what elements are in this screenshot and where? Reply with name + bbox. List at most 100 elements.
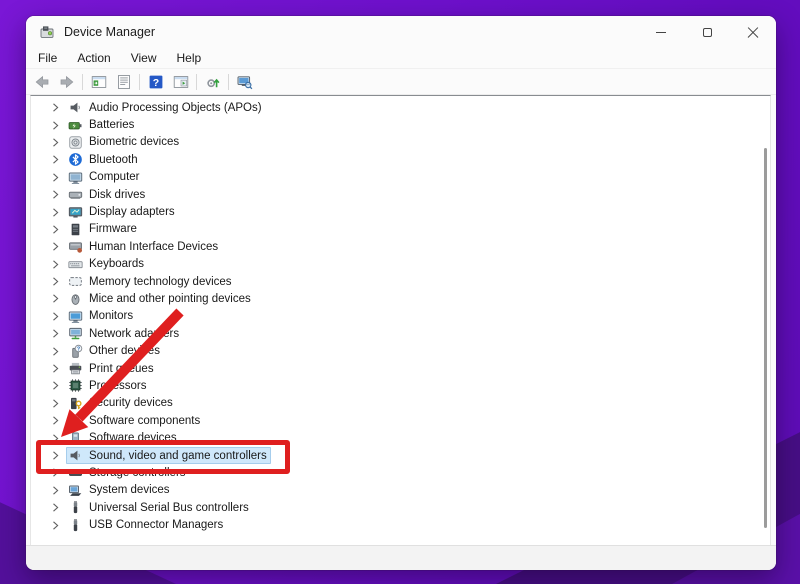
tree-item-content[interactable]: Monitors [66, 308, 137, 325]
tree-item[interactable]: Processors [31, 377, 770, 394]
tree-item[interactable]: Mice and other pointing devices [31, 290, 770, 307]
tree-item[interactable]: Network adapters [31, 325, 770, 342]
chevron-right-icon[interactable] [49, 450, 61, 462]
menu-help[interactable]: Help [167, 48, 212, 69]
tree-item-content[interactable]: Firmware [66, 221, 141, 238]
tree-item-content[interactable]: Software components [66, 412, 204, 429]
chevron-right-icon[interactable] [49, 328, 61, 340]
tree-item-content[interactable]: Audio Processing Objects (APOs) [66, 99, 266, 116]
chevron-right-icon[interactable] [49, 415, 61, 427]
scan-hardware-icon[interactable] [200, 71, 225, 93]
chevron-right-icon[interactable] [49, 136, 61, 148]
tree-item-content[interactable]: Mice and other pointing devices [66, 290, 255, 307]
help-icon[interactable]: ? [143, 71, 168, 93]
tree-item-content[interactable]: USB Connector Managers [66, 517, 227, 534]
tree-item-content[interactable]: System devices [66, 482, 174, 499]
back-icon[interactable] [29, 71, 54, 93]
properties-icon[interactable] [111, 71, 136, 93]
tree-item-label: Human Interface Devices [89, 241, 218, 253]
chevron-right-icon[interactable] [49, 206, 61, 218]
tree-item-content[interactable]: Keyboards [66, 256, 148, 273]
remote-computer-icon[interactable] [232, 71, 257, 93]
tree-item-content[interactable]: Software devices [66, 430, 181, 447]
tree-item[interactable]: USB Connector Managers [31, 516, 770, 533]
action-pane-icon[interactable] [168, 71, 193, 93]
tree-item[interactable]: Firmware [31, 221, 770, 238]
tree-item[interactable]: Storage controllers [31, 464, 770, 481]
tree-item-content[interactable]: Human Interface Devices [66, 238, 222, 255]
chevron-right-icon[interactable] [49, 380, 61, 392]
tree-item[interactable]: Biometric devices [31, 134, 770, 151]
tree-item-content[interactable]: Batteries [66, 117, 138, 134]
tree-item-label: Memory technology devices [89, 276, 232, 288]
battery-icon [68, 118, 83, 133]
tree-item-content[interactable]: Security devices [66, 395, 177, 412]
tree-item-content[interactable]: Display adapters [66, 204, 179, 221]
tree-item[interactable]: Disk drives [31, 186, 770, 203]
tree-item-label: Other devices [89, 345, 160, 357]
tree-item-content[interactable]: Processors [66, 377, 151, 394]
tree-item[interactable]: Human Interface Devices [31, 238, 770, 255]
chevron-right-icon[interactable] [49, 293, 61, 305]
tree-item-content[interactable]: Print queues [66, 360, 158, 377]
tree-item[interactable]: System devices [31, 482, 770, 499]
chevron-right-icon[interactable] [49, 345, 61, 357]
maximize-button[interactable] [684, 16, 730, 48]
forward-icon[interactable] [54, 71, 79, 93]
tree-item-content[interactable]: Computer [66, 169, 144, 186]
tree-item[interactable]: Software devices [31, 429, 770, 446]
chevron-right-icon[interactable] [49, 502, 61, 514]
chevron-right-icon[interactable] [49, 310, 61, 322]
chevron-right-icon[interactable] [49, 519, 61, 531]
tree-item-content[interactable]: Bluetooth [66, 151, 142, 168]
chevron-right-icon[interactable] [49, 241, 61, 253]
tree-item-content[interactable]: Disk drives [66, 186, 149, 203]
tree-item[interactable]: ?Other devices [31, 342, 770, 359]
menu-view[interactable]: View [121, 48, 167, 69]
tree-item-content[interactable]: Universal Serial Bus controllers [66, 499, 253, 516]
chevron-right-icon[interactable] [49, 258, 61, 270]
minimize-button[interactable] [638, 16, 684, 48]
chevron-right-icon[interactable] [49, 119, 61, 131]
close-button[interactable] [730, 16, 776, 48]
chevron-right-icon[interactable] [49, 102, 61, 114]
tree-item[interactable]: Universal Serial Bus controllers [31, 499, 770, 516]
tree-item[interactable]: Computer [31, 169, 770, 186]
tree-item[interactable]: Keyboards [31, 256, 770, 273]
tree-item[interactable]: Security devices [31, 395, 770, 412]
tree-item[interactable]: Monitors [31, 308, 770, 325]
software-icon [68, 413, 83, 428]
chevron-right-icon[interactable] [49, 484, 61, 496]
chevron-right-icon[interactable] [49, 467, 61, 479]
chevron-right-icon[interactable] [49, 223, 61, 235]
tree-item[interactable]: Display adapters [31, 203, 770, 220]
tree-item-content[interactable]: Sound, video and game controllers [66, 447, 271, 464]
menu-action[interactable]: Action [67, 48, 120, 69]
chevron-right-icon[interactable] [49, 363, 61, 375]
console-tree-icon[interactable] [86, 71, 111, 93]
chevron-right-icon[interactable] [49, 189, 61, 201]
chevron-right-icon[interactable] [49, 432, 61, 444]
tree-item-content[interactable]: Biometric devices [66, 134, 183, 151]
tree-item-selected[interactable]: Sound, video and game controllers [31, 447, 770, 464]
chevron-right-icon[interactable] [49, 276, 61, 288]
tree-item[interactable]: Print queues [31, 360, 770, 377]
menu-file[interactable]: File [28, 48, 67, 69]
speaker-icon [68, 448, 83, 463]
tree-item-content[interactable]: Network adapters [66, 325, 183, 342]
tree-item-content[interactable]: Memory technology devices [66, 273, 236, 290]
tree-item[interactable]: Software components [31, 412, 770, 429]
tree-item-content[interactable]: Storage controllers [66, 464, 190, 481]
tree-item-label: Network adapters [89, 328, 179, 340]
tree-item[interactable]: Audio Processing Objects (APOs) [31, 99, 770, 116]
tree-item-content[interactable]: ?Other devices [66, 343, 164, 360]
tree-item[interactable]: Batteries [31, 116, 770, 133]
tree-item[interactable]: Bluetooth [31, 151, 770, 168]
tree-item[interactable]: Memory technology devices [31, 273, 770, 290]
chevron-right-icon[interactable] [49, 397, 61, 409]
chevron-right-icon[interactable] [49, 171, 61, 183]
software-device-icon [68, 431, 83, 446]
vertical-scrollbar[interactable] [764, 148, 767, 528]
chevron-right-icon[interactable] [49, 154, 61, 166]
tree-item-label: USB Connector Managers [89, 519, 223, 531]
